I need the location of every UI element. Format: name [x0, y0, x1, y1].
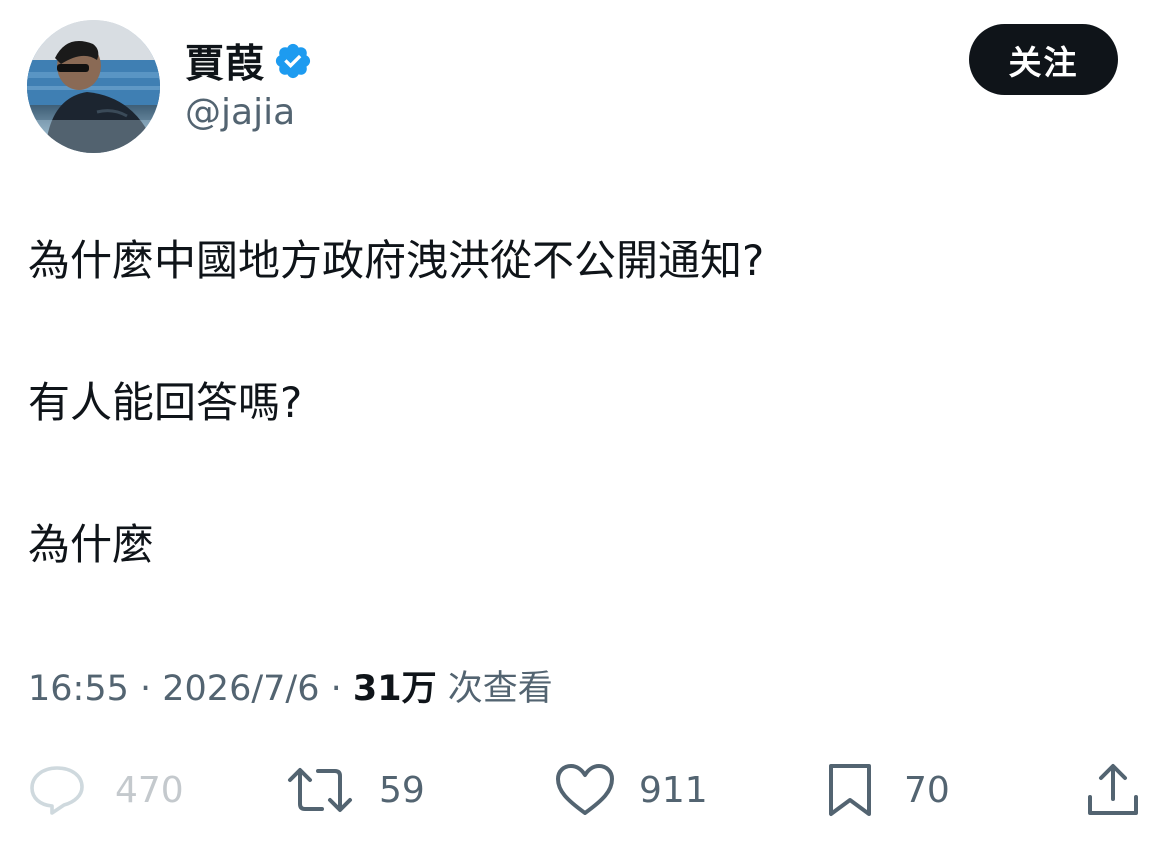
- avatar-photo: [27, 20, 160, 153]
- reply-button[interactable]: 470: [28, 760, 184, 820]
- heart-icon: [556, 764, 614, 815]
- reply-icon: [30, 766, 84, 815]
- retweet-count: 59: [379, 769, 425, 811]
- share-button[interactable]: [1084, 760, 1142, 820]
- like-count: 911: [639, 769, 708, 811]
- tweet-date[interactable]: 2026/7/6: [162, 669, 319, 709]
- tweet-text-line: 為什麼: [28, 520, 155, 569]
- avatar[interactable]: [27, 20, 160, 153]
- meta-separator: ·: [319, 669, 353, 709]
- tweet-text-line: 為什麼中國地方政府洩洪從不公開通知?: [28, 236, 765, 285]
- tweet-meta: 16:55 · 2026/7/6 · 31万 次查看: [28, 660, 553, 711]
- views-label: 次查看: [436, 669, 553, 709]
- views-count: 31万: [352, 669, 437, 709]
- display-name[interactable]: 賈葭: [185, 33, 265, 89]
- author-name-row[interactable]: 賈葭: [185, 33, 313, 89]
- meta-separator: ·: [128, 669, 163, 709]
- bookmark-count: 70: [904, 769, 950, 811]
- bookmark-button[interactable]: 70: [822, 760, 950, 820]
- reply-count: 470: [115, 769, 184, 811]
- author-handle[interactable]: @jajia: [185, 92, 295, 133]
- tweet-text-line: 有人能回答嗎?: [28, 378, 303, 427]
- share-icon: [1088, 764, 1138, 815]
- like-button[interactable]: 911: [553, 760, 708, 820]
- tweet-time[interactable]: 16:55: [28, 669, 129, 709]
- retweet-button[interactable]: 59: [286, 760, 425, 820]
- verified-badge-icon: [275, 43, 311, 79]
- bookmark-icon: [829, 764, 871, 816]
- tweet-detail: 賈葭 @jajia 关注 為什麼中國地方政府洩洪從不公開通知? 有人能回答嗎? …: [0, 0, 1170, 866]
- follow-button[interactable]: 关注: [969, 24, 1118, 95]
- retweet-icon: [288, 768, 352, 812]
